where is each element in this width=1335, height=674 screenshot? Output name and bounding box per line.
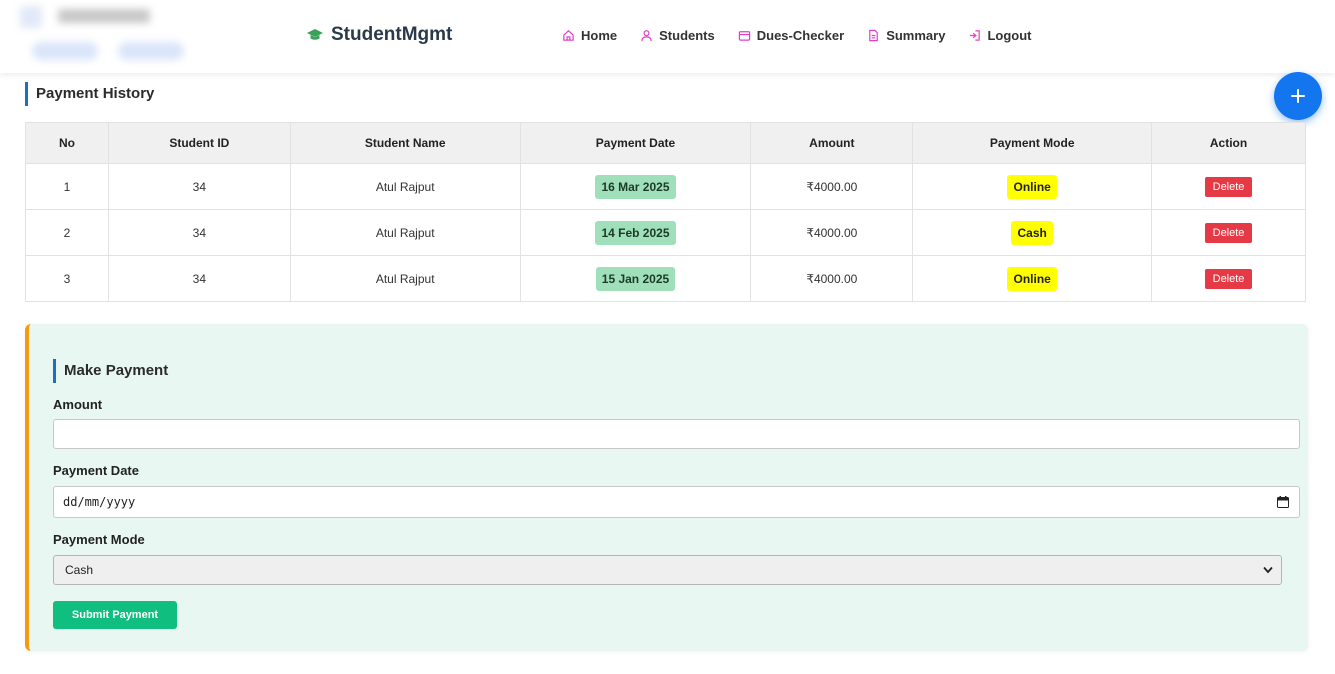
col-student-id: Student ID <box>107 122 291 164</box>
date-placeholder: dd/mm/yyyy <box>63 495 136 509</box>
payment-history-table: No Student ID Student Name Payment Date … <box>25 122 1306 302</box>
payment-mode-selected: Cash <box>65 563 94 577</box>
cell-action: Delete <box>1151 163 1306 210</box>
amount-input[interactable] <box>53 419 1300 449</box>
top-navbar: StudentMgmt Home Students Dues-Checker S… <box>0 0 1335 73</box>
cell-amount: ₹4000.00 <box>750 163 914 210</box>
cell-student-name: Atul Rajput <box>289 209 521 256</box>
brand[interactable]: StudentMgmt <box>307 24 452 46</box>
cell-no: 2 <box>25 209 109 256</box>
cell-student-id: 34 <box>107 209 291 256</box>
nav-home-label: Home <box>581 28 618 43</box>
mode-badge: Online <box>1007 266 1057 291</box>
mode-badge: Cash <box>1011 220 1053 245</box>
nav-home[interactable]: Home <box>562 28 617 43</box>
make-payment-title: Make Payment <box>53 359 168 383</box>
user-icon <box>641 30 652 42</box>
blurred-pill <box>118 42 184 60</box>
cell-action: Delete <box>1151 209 1306 256</box>
cell-payment-mode: Cash <box>912 209 1153 256</box>
col-amount: Amount <box>750 122 914 164</box>
table-row: 3 34 Atul Rajput 15 Jan 2025 ₹4000.00 On… <box>25 255 1306 302</box>
table-header-row: No Student ID Student Name Payment Date … <box>25 122 1306 164</box>
cell-action: Delete <box>1151 255 1306 302</box>
cell-payment-mode: Online <box>912 255 1153 302</box>
col-payment-date: Payment Date <box>519 122 752 164</box>
plus-icon <box>1291 89 1305 103</box>
main-nav: Home Students Dues-Checker Summary Logou… <box>562 28 1031 43</box>
nav-students[interactable]: Students <box>640 28 715 43</box>
cell-no: 3 <box>25 255 109 302</box>
wallet-icon <box>738 31 750 41</box>
nav-logout[interactable]: Logout <box>968 28 1031 43</box>
payment-mode-select[interactable]: Cash <box>53 555 1282 585</box>
home-icon <box>563 30 574 41</box>
nav-summary-label: Summary <box>886 28 946 43</box>
cell-payment-mode: Online <box>912 163 1153 210</box>
nav-dues-checker-label: Dues-Checker <box>756 28 845 43</box>
table-row: 1 34 Atul Rajput 16 Mar 2025 ₹4000.00 On… <box>25 163 1306 210</box>
cell-payment-date: 16 Mar 2025 <box>519 163 752 210</box>
cell-no: 1 <box>25 163 109 210</box>
submit-payment-button[interactable]: Submit Payment <box>53 601 177 629</box>
cell-payment-date: 14 Feb 2025 <box>519 209 752 256</box>
payment-date-input[interactable]: dd/mm/yyyy <box>53 486 1300 518</box>
nav-logout-label: Logout <box>987 28 1032 43</box>
table-row: 2 34 Atul Rajput 14 Feb 2025 ₹4000.00 Ca… <box>25 209 1306 256</box>
cell-amount: ₹4000.00 <box>750 255 914 302</box>
delete-button[interactable]: Delete <box>1204 176 1253 197</box>
calendar-icon[interactable] <box>1277 496 1289 508</box>
blurred-pill <box>32 42 98 60</box>
brand-name: StudentMgmt <box>331 24 453 45</box>
col-no: No <box>25 122 109 164</box>
delete-button[interactable]: Delete <box>1204 268 1253 289</box>
delete-button[interactable]: Delete <box>1204 222 1253 243</box>
blurred-text <box>58 9 150 23</box>
add-payment-fab[interactable] <box>1274 72 1322 120</box>
cell-amount: ₹4000.00 <box>750 209 914 256</box>
nav-dues-checker[interactable]: Dues-Checker <box>738 28 844 43</box>
col-student-name: Student Name <box>289 122 521 164</box>
cell-student-name: Atul Rajput <box>289 163 521 210</box>
document-icon <box>869 29 879 42</box>
cell-student-id: 34 <box>107 163 291 210</box>
mode-badge: Online <box>1007 174 1057 199</box>
blurred-logo <box>20 6 42 28</box>
amount-label: Amount <box>53 397 103 412</box>
date-badge: 16 Mar 2025 <box>595 174 676 199</box>
nav-summary[interactable]: Summary <box>867 28 945 43</box>
logout-icon <box>970 30 981 41</box>
payment-history-title: Payment History <box>25 82 154 106</box>
cell-student-id: 34 <box>107 255 291 302</box>
graduation-cap-icon <box>307 29 323 40</box>
chevron-down-icon <box>1263 566 1273 574</box>
cell-student-name: Atul Rajput <box>289 255 521 302</box>
date-badge: 14 Feb 2025 <box>595 220 676 245</box>
col-payment-mode: Payment Mode <box>912 122 1153 164</box>
cell-payment-date: 15 Jan 2025 <box>519 255 752 302</box>
col-action: Action <box>1151 122 1306 164</box>
payment-mode-label: Payment Mode <box>53 532 145 547</box>
nav-students-label: Students <box>659 28 715 43</box>
payment-date-label: Payment Date <box>53 463 139 478</box>
date-badge: 15 Jan 2025 <box>595 266 676 291</box>
